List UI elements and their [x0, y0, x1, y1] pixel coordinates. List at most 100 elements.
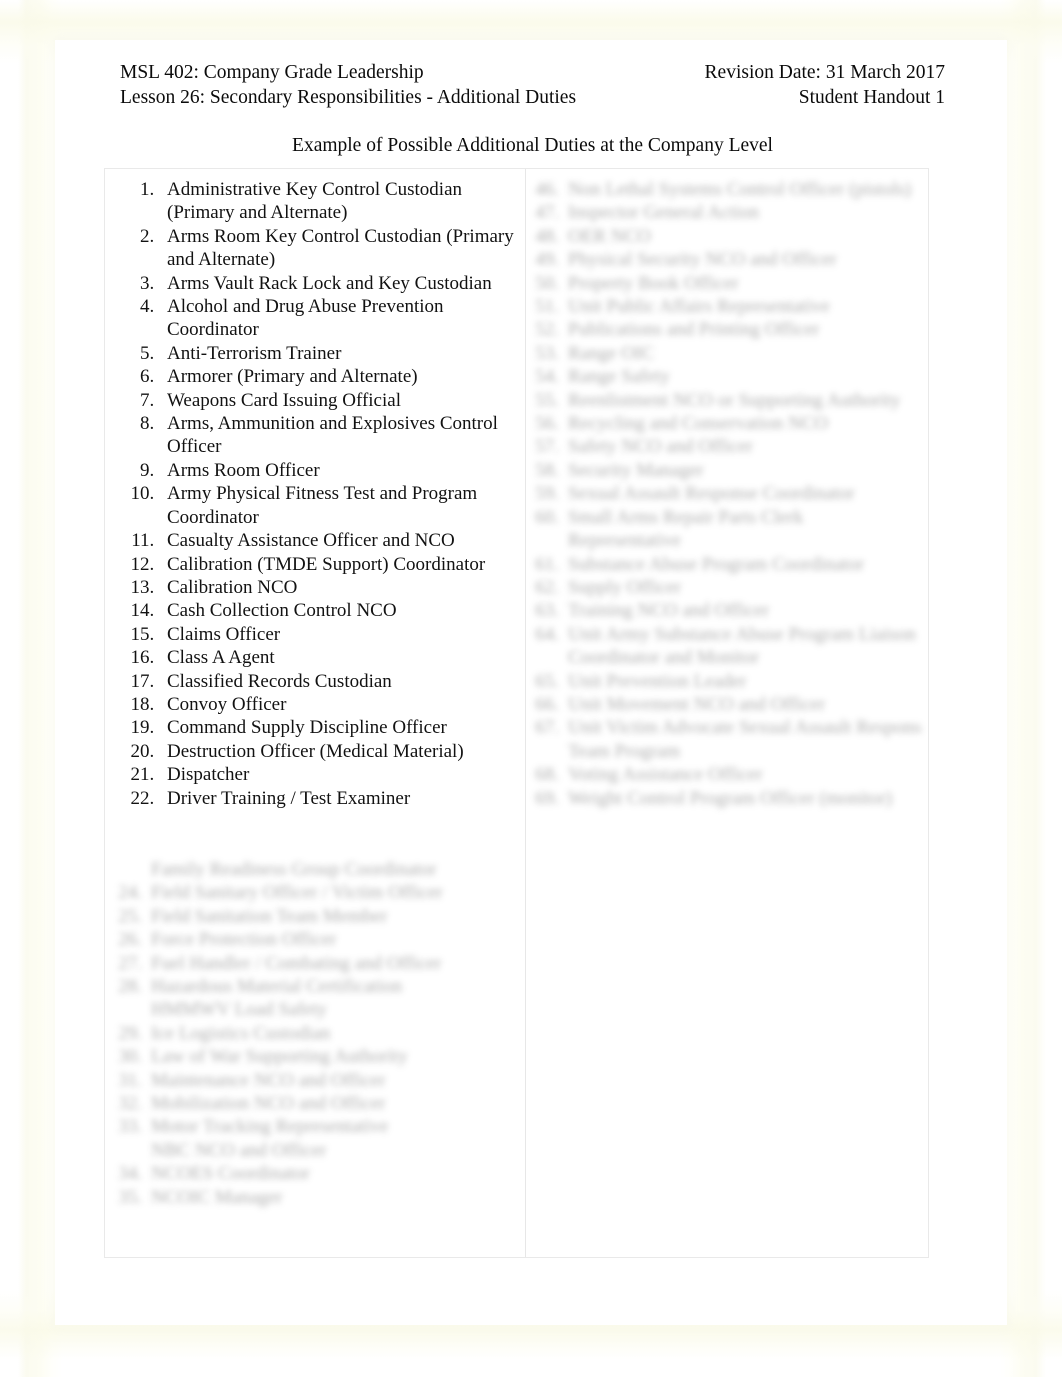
redacted-line-number: 54. — [535, 366, 559, 388]
redacted-line-text: Inspector General Action — [568, 202, 759, 224]
redacted-line-number: 25. — [118, 905, 142, 927]
redacted-line-number: 63. — [535, 600, 559, 622]
duty-item: Arms, Ammunition and Explosives Control … — [159, 412, 519, 459]
redacted-line-text: Training NCO and Officer — [568, 600, 770, 622]
right-redacted-list: 46. Non Lethal Systems Control Officer (p… — [532, 178, 922, 810]
duty-item: Casualty Assistance Officer and NCO — [159, 529, 519, 552]
redacted-line-text: Mobilization NCO and Officer — [151, 1093, 386, 1115]
redacted-line: 34. NCOES Coordinator — [115, 1162, 519, 1185]
redacted-line: 64. Unit Army Substance Abuse Program Lia… — [532, 623, 922, 646]
redacted-line: 46. Non Lethal Systems Control Officer (p… — [532, 178, 922, 201]
redacted-line-text: Safety NCO and Officer — [568, 436, 753, 458]
redacted-line: Team Program — [532, 740, 922, 763]
redacted-line-text: Weight Control Program Officer (monitor) — [568, 787, 893, 809]
redacted-line-text: Publications and Printing Officer — [568, 319, 820, 341]
header-row-lesson: Lesson 26: Secondary Responsibilities - … — [120, 85, 945, 110]
duty-item: Administrative Key Control Custodian (Pr… — [159, 178, 519, 225]
redacted-line: 48. OER NCO — [532, 225, 922, 248]
redacted-line-number: 59. — [535, 483, 559, 505]
redacted-line-number: 35. — [118, 1186, 142, 1208]
redacted-line-text: Property Book Officer — [568, 272, 739, 294]
redacted-line-number: 29. — [118, 1022, 142, 1044]
redacted-line-number: 46. — [535, 179, 559, 200]
redacted-line: 59. Sexual Assault Response Coordinator — [532, 482, 922, 505]
redacted-line-text: HMMWV Load Safety — [151, 999, 327, 1021]
redacted-line: 50. Property Book Officer — [532, 272, 922, 295]
redacted-line: 61. Substance Abuse Program Coordinator — [532, 553, 922, 576]
duty-item: Arms Vault Rack Lock and Key Custodian — [159, 272, 519, 295]
redacted-line-text: Range Safety — [568, 366, 670, 388]
redacted-line: 30. Law of War Supporting Authority — [115, 1045, 519, 1068]
document-page: MSL 402: Company Grade Leadership Revisi… — [55, 40, 1007, 1325]
redacted-line-number: 69. — [535, 787, 559, 809]
redacted-line-number: 61. — [535, 553, 559, 575]
redacted-line-number: 28. — [118, 976, 142, 997]
redacted-line-text: NBC NCO and Officer — [151, 1139, 327, 1161]
redacted-line-text: Unit Public Affairs Representative — [568, 296, 830, 318]
redacted-line: 55. Reenlistment NCO or Supporting Author… — [532, 389, 922, 412]
redacted-line-text: Security Manager — [568, 459, 704, 481]
redacted-line-number: 62. — [535, 576, 559, 598]
redacted-line-text: Fuel Handler / Combating and Officer — [151, 952, 442, 974]
redacted-line-text: NCOIC Manager — [151, 1186, 283, 1208]
duty-item: Weapons Card Issuing Official — [159, 389, 519, 412]
redacted-line-number: 64. — [535, 623, 559, 645]
redacted-line-text: Team Program — [568, 740, 681, 762]
redacted-line: 63. Training NCO and Officer — [532, 599, 922, 622]
redacted-line-number: 47. — [535, 202, 559, 224]
redacted-line-text: OER NCO — [568, 225, 651, 247]
redacted-line: 26. Force Protection Officer — [115, 928, 519, 951]
redacted-line-text: Force Protection Officer — [151, 929, 337, 951]
duty-item: Arms Room Officer — [159, 459, 519, 482]
lesson-title: Lesson 26: Secondary Responsibilities - … — [120, 87, 577, 108]
redacted-line-text: Voting Assistance Officer — [568, 764, 763, 786]
redacted-line-text: Field Sanitary Officer / Victim Officer — [151, 882, 443, 904]
redacted-line: HMMWV Load Safety — [115, 998, 519, 1021]
redacted-line-number: 32. — [118, 1093, 142, 1115]
redacted-line-number: 51. — [535, 296, 559, 318]
redacted-line: 52. Publications and Printing Officer — [532, 318, 922, 341]
redacted-line-number: 50. — [535, 272, 559, 294]
duties-table-left-cell: Administrative Key Control Custodian (Pr… — [105, 169, 526, 1257]
redacted-line-number: 49. — [535, 249, 559, 271]
redacted-line-number: 33. — [118, 1116, 142, 1138]
redacted-line-number: 67. — [535, 717, 559, 739]
redacted-line-text: Maintenance NCO and Officer — [151, 1069, 386, 1091]
redacted-line: 53. Range OIC — [532, 342, 922, 365]
redacted-line: Representative — [532, 529, 922, 552]
redacted-line-number: 56. — [535, 413, 559, 435]
redacted-line: 67. Unit Victim Advocate Sexual Assault R… — [532, 716, 922, 739]
duty-item: Cash Collection Control NCO — [159, 599, 519, 622]
redacted-line-text: Physical Security NCO and Officer — [568, 249, 837, 271]
duties-table-right-cell: 46. Non Lethal Systems Control Officer (p… — [526, 169, 928, 1257]
redacted-line: 32. Mobilization NCO and Officer — [115, 1092, 519, 1115]
duty-item: Command Supply Discipline Officer — [159, 716, 519, 739]
redacted-line-text: Range OIC — [568, 342, 655, 364]
redacted-line-text: Supply Officer — [568, 576, 682, 598]
duty-item: Armorer (Primary and Alternate) — [159, 365, 519, 388]
handout-number: Student Handout 1 — [798, 87, 945, 108]
redacted-line-text: Unit Army Substance Abuse Program Liaiso… — [568, 623, 916, 645]
duty-item: Destruction Officer (Medical Material) — [159, 740, 519, 763]
redacted-line: 28. Hazardous Material Certification — [115, 975, 519, 998]
redacted-line: 49. Physical Security NCO and Officer — [532, 248, 922, 271]
duty-item: Driver Training / Test Examiner — [159, 787, 519, 810]
redacted-line: Coordinator and Monitor — [532, 646, 922, 669]
redacted-line-number: 30. — [118, 1046, 142, 1068]
redacted-line-text: Field Sanitation Team Member — [151, 905, 388, 927]
redacted-line: 62. Supply Officer — [532, 576, 922, 599]
duty-item: Class A Agent — [159, 646, 519, 669]
redacted-line: 66. Unit Movement NCO and Officer — [532, 693, 922, 716]
redacted-line-text: Unit Prevention Leader — [568, 670, 747, 692]
duty-item: Convoy Officer — [159, 693, 519, 716]
left-duty-list: Administrative Key Control Custodian (Pr… — [115, 178, 519, 810]
duty-item: Classified Records Custodian — [159, 670, 519, 693]
redacted-line-text: Recycling and Conservation NCO — [568, 413, 829, 435]
redacted-line-number: 24. — [118, 882, 142, 904]
left-redacted-block: Family Readiness Group Coordinator 24. Fie… — [115, 858, 519, 1209]
redacted-line-text: Motor Tracking Representative — [151, 1116, 389, 1138]
redacted-line: 58. Security Manager — [532, 459, 922, 482]
redacted-line-text: Small Arms Repair Parts Clerk — [568, 506, 804, 528]
redacted-line: 51. Unit Public Affairs Representative — [532, 295, 922, 318]
redacted-line-number: 55. — [535, 389, 559, 411]
